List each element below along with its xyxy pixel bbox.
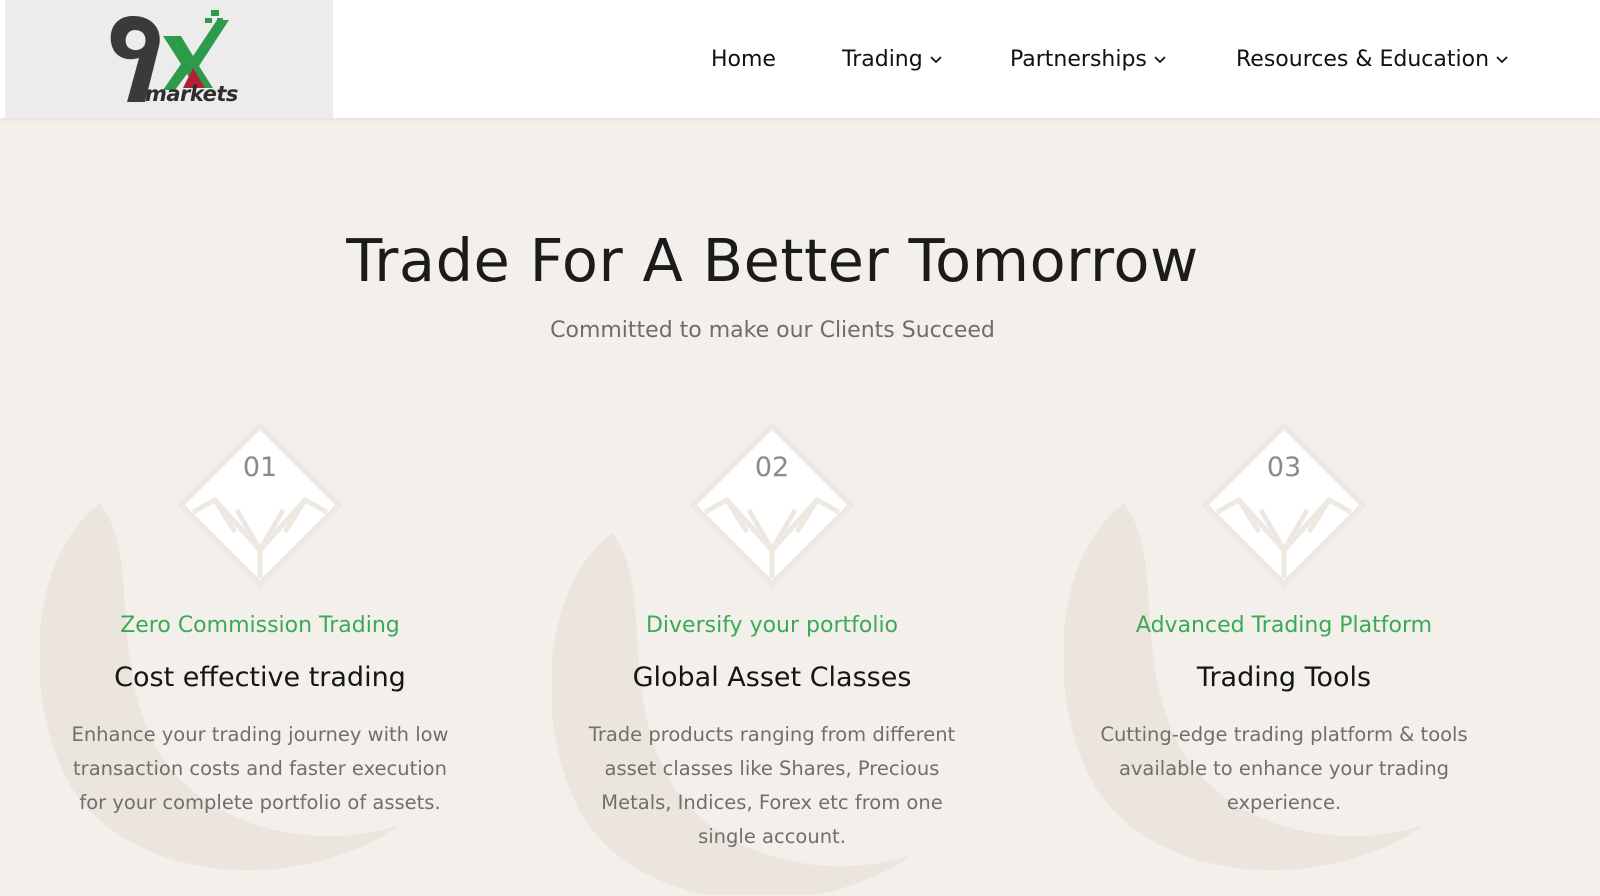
- chevron-down-icon: [930, 56, 942, 64]
- number-badge: [175, 420, 345, 590]
- nav-item-resources-education[interactable]: Resources & Education: [1236, 43, 1509, 75]
- feature-card: 02 Diversify your portfolio Global Asset…: [552, 400, 992, 896]
- nav-item-home[interactable]: Home: [711, 43, 776, 75]
- feature-kicker: Diversify your portfolio: [645, 613, 899, 638]
- nav-item-label: Trading: [842, 46, 923, 72]
- nav-item-partnerships[interactable]: Partnerships: [1010, 43, 1167, 75]
- feature-title: Global Asset Classes: [632, 662, 912, 693]
- main-nav: Home Trading Partnerships Resources & Ed…: [0, 0, 1600, 118]
- feature-description: Trade products ranging from different as…: [588, 723, 956, 848]
- nav-item-trading[interactable]: Trading: [842, 43, 943, 75]
- feature-card: 03 Advanced Trading Platform Trading Too…: [1064, 400, 1504, 896]
- feature-card: 01 Zero Commission Trading Cost effectiv…: [40, 400, 480, 896]
- feature-number: 03: [1266, 452, 1302, 483]
- diamond-icon: [177, 422, 343, 588]
- feature-title: Trading Tools: [1196, 662, 1372, 693]
- feature-kicker: Advanced Trading Platform: [1135, 613, 1433, 638]
- hero-subtitle: Committed to make our Clients Succeed: [550, 318, 995, 343]
- feature-description: Enhance your trading journey with low tr…: [71, 723, 449, 814]
- hero-title: Trade For A Better Tomorrow: [346, 226, 1199, 295]
- feature-title: Cost effective trading: [114, 662, 406, 693]
- feature-kicker: Zero Commission Trading: [120, 613, 400, 638]
- number-badge: [1199, 420, 1369, 590]
- feature-number: 01: [242, 452, 278, 483]
- nav-item-label: Resources & Education: [1236, 46, 1490, 72]
- site-header: markets Home Trading Partnerships Resour…: [0, 0, 1600, 118]
- diamond-icon: [689, 422, 855, 588]
- feature-number: 02: [754, 452, 790, 483]
- nav-item-label: Home: [711, 46, 776, 72]
- number-badge: [687, 420, 857, 590]
- feature-description: Cutting-edge trading platform & tools av…: [1100, 723, 1468, 814]
- nav-item-label: Partnerships: [1010, 46, 1147, 72]
- chevron-down-icon: [1496, 56, 1508, 64]
- diamond-icon: [1201, 422, 1367, 588]
- chevron-down-icon: [1154, 56, 1166, 64]
